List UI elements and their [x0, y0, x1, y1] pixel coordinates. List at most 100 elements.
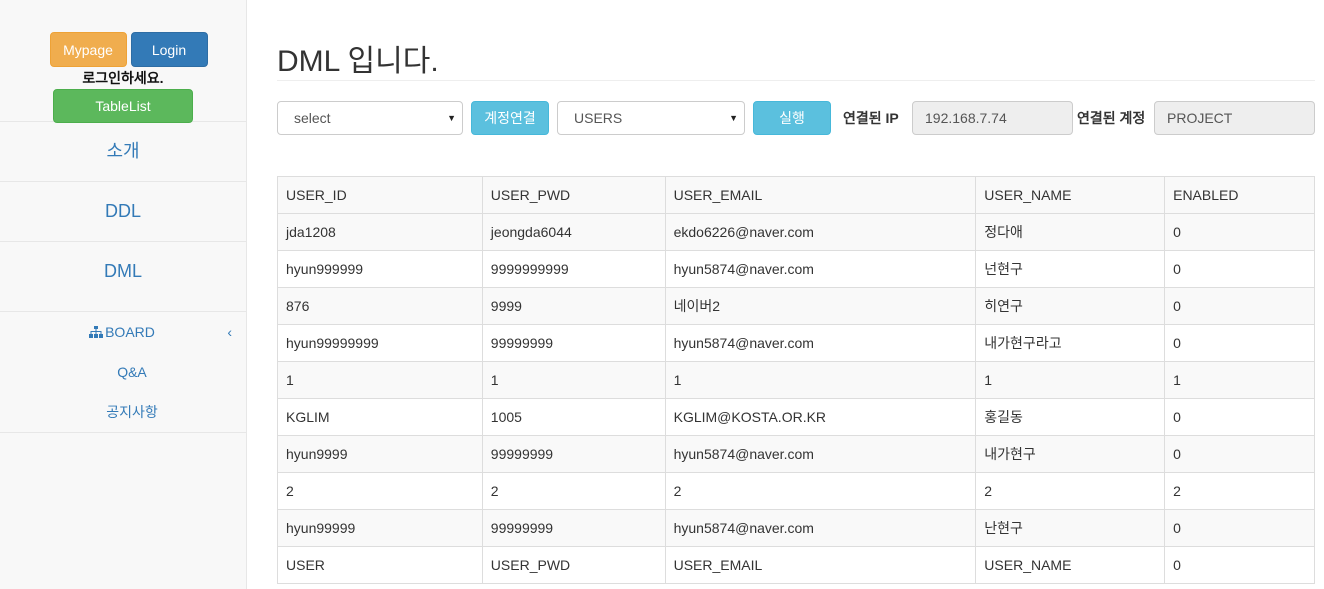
table-cell: 99999999 — [481, 435, 666, 473]
table-cell: 0 — [1164, 250, 1315, 288]
table-cell: USER_EMAIL — [664, 546, 977, 584]
table-cell: 1 — [277, 361, 483, 399]
table-cell: 히연구 — [975, 287, 1166, 325]
table-cell: 0 — [1164, 546, 1315, 584]
account-field[interactable]: PROJECT — [1154, 101, 1315, 135]
table-row: hyun99999 99999999 hyun5874@naver.com 난현구 0 — [277, 509, 1315, 547]
table-cell: 876 — [277, 287, 483, 325]
users-table: USER_ID USER_PWD USER_EMAIL USER_NAME EN… — [277, 176, 1315, 584]
column-header: USER_PWD — [481, 176, 666, 214]
table-cell: 1 — [481, 361, 666, 399]
column-header: ENABLED — [1164, 176, 1315, 214]
table-cell: 난현구 — [975, 509, 1166, 547]
sidebar-item-notice[interactable]: 공지사항 — [0, 392, 246, 432]
chevron-left-icon: ‹ — [227, 324, 232, 340]
table-cell: 1 — [975, 361, 1166, 399]
table-row: hyun99999999 99999999 hyun5874@naver.com 내가… — [277, 324, 1315, 362]
table-cell: 1005 — [481, 398, 666, 436]
table-row: KGLIM 1005 KGLIM@KOSTA.OR.KR 홍길동 0 — [277, 398, 1315, 436]
table-header-row: USER_ID USER_PWD USER_EMAIL USER_NAME EN… — [277, 176, 1315, 214]
sidebar-item-intro[interactable]: 소개 — [0, 122, 246, 182]
table-cell: 0 — [1164, 324, 1315, 362]
table-select-value: USERS — [574, 110, 623, 126]
table-cell: 정다애 — [975, 213, 1166, 251]
login-button[interactable]: Login — [130, 32, 208, 67]
table-cell: ekdo6226@naver.com — [664, 213, 977, 251]
table-cell: 홍길동 — [975, 398, 1166, 436]
table-cell: hyun99999999 — [277, 324, 483, 362]
table-cell: KGLIM@KOSTA.OR.KR — [664, 398, 977, 436]
table-cell: 2 — [975, 472, 1166, 510]
tablelist-button[interactable]: TableList — [53, 89, 193, 123]
dropdown-arrow-icon: ▼ — [729, 113, 738, 123]
table-cell: 1 — [664, 361, 977, 399]
table-cell: 0 — [1164, 509, 1315, 547]
table-cell: KGLIM — [277, 398, 483, 436]
account-label: 연결된 계정 — [1077, 110, 1146, 126]
table-cell: 0 — [1164, 398, 1315, 436]
table-cell: 2 — [481, 472, 666, 510]
execute-button[interactable]: 실행 — [753, 101, 831, 135]
table-cell: USER — [277, 546, 483, 584]
page-title: DML 입니다. — [277, 0, 1315, 81]
board-label: BOARD — [105, 324, 155, 340]
table-cell: 1 — [1164, 361, 1315, 399]
table-cell: 내가현구 — [975, 435, 1166, 473]
table-row: hyun9999 99999999 hyun5874@naver.com 내가현구 0 — [277, 435, 1315, 473]
table-cell: 2 — [277, 472, 483, 510]
table-row: 22222 — [277, 472, 1315, 510]
table-cell: 99999999 — [481, 509, 666, 547]
sitemap-icon — [89, 324, 105, 340]
table-cell: 넌현구 — [975, 250, 1166, 288]
table-cell: hyun5874@naver.com — [664, 509, 977, 547]
table-cell: hyun9999 — [277, 435, 483, 473]
column-header: USER_NAME — [975, 176, 1166, 214]
table-cell: hyun99999 — [277, 509, 483, 547]
main-content: DML 입니다. select ▼ 계정연결 USERS ▼ 실행 연결된 IP… — [277, 0, 1315, 584]
table-cell: 0 — [1164, 287, 1315, 325]
auth-panel: Mypage Login 로그인하세요. TableList — [0, 0, 246, 123]
command-select[interactable]: select ▼ — [277, 101, 463, 135]
table-cell: 2 — [1164, 472, 1315, 510]
sidebar-item-qna[interactable]: Q&A — [0, 352, 246, 392]
table-row: 11111 — [277, 361, 1315, 399]
table-cell: hyun5874@naver.com — [664, 435, 977, 473]
table-row: jda1208 jeongda6044 ekdo6226@naver.com 정다애 0 — [277, 213, 1315, 251]
table-cell: 0 — [1164, 435, 1315, 473]
table-cell: hyun5874@naver.com — [664, 324, 977, 362]
query-toolbar: select ▼ 계정연결 USERS ▼ 실행 연결된 IP 192.168.… — [277, 81, 1315, 176]
table-row: 876 9999 네이버2 히연구 0 — [277, 287, 1315, 325]
table-cell: 0 — [1164, 213, 1315, 251]
table-cell: USER_PWD — [481, 546, 666, 584]
table-cell: jda1208 — [277, 213, 483, 251]
table-cell: jeongda6044 — [481, 213, 666, 251]
table-cell: 네이버2 — [664, 287, 977, 325]
table-cell: hyun999999 — [277, 250, 483, 288]
table-body: jda1208 jeongda6044 ekdo6226@naver.com 정다애 0… — [277, 213, 1315, 584]
table-cell: 99999999 — [481, 324, 666, 362]
table-row: hyun999999 9999999999 hyun5874@naver.com 넌현… — [277, 250, 1315, 288]
table-cell: hyun5874@naver.com — [664, 250, 977, 288]
sidebar-item-ddl[interactable]: DDL — [0, 182, 246, 242]
auth-buttons: Mypage Login — [0, 0, 246, 67]
table-cell: USER_NAME — [975, 546, 1166, 584]
table-cell: 9999 — [481, 287, 666, 325]
ip-label: 연결된 IP — [843, 110, 899, 126]
connect-account-button[interactable]: 계정연결 — [471, 101, 549, 135]
mypage-button[interactable]: Mypage — [49, 32, 127, 67]
column-header: USER_EMAIL — [664, 176, 977, 214]
ip-field[interactable]: 192.168.7.74 — [912, 101, 1073, 135]
command-select-value: select — [294, 110, 331, 126]
dropdown-arrow-icon: ▼ — [447, 113, 456, 123]
sidebar: Mypage Login 로그인하세요. TableList 소개 DDL DM… — [0, 0, 247, 589]
table-cell: 9999999999 — [481, 250, 666, 288]
sidebar-item-dml[interactable]: DML — [0, 242, 246, 312]
table-cell: 2 — [664, 472, 977, 510]
board-menu: BOARD ‹ Q&A 공지사항 — [0, 312, 246, 433]
board-toggle[interactable]: BOARD ‹ — [0, 312, 246, 352]
table-select[interactable]: USERS ▼ — [557, 101, 745, 135]
table-row: USER USER_PWD USER_EMAIL USER_NAME 0 — [277, 546, 1315, 584]
login-message: 로그인하세요. — [82, 70, 164, 86]
table-cell: 내가현구라고 — [975, 324, 1166, 362]
column-header: USER_ID — [277, 176, 483, 214]
